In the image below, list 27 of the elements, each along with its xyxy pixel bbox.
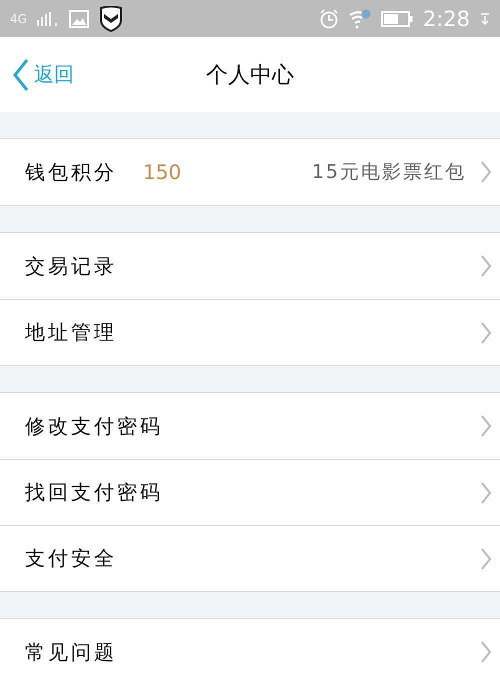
points-value: 150 bbox=[143, 160, 182, 184]
row-label: 修改支付密码 bbox=[25, 412, 163, 440]
row-label: 地址管理 bbox=[25, 319, 117, 346]
chevron-right-icon bbox=[480, 640, 492, 664]
download-icon bbox=[480, 12, 490, 24]
chevron-right-icon bbox=[480, 480, 492, 504]
wifi-icon bbox=[348, 8, 371, 28]
shield-icon bbox=[98, 6, 123, 32]
row-label: 交易记录 bbox=[25, 252, 117, 280]
page-title: 个人中心 bbox=[206, 62, 294, 88]
row-label: 找回支付密码 bbox=[25, 479, 163, 506]
chevron-right-icon bbox=[480, 414, 492, 438]
chevron-left-icon bbox=[12, 58, 30, 92]
row-label: 钱包积分 bbox=[25, 158, 117, 186]
chevron-right-icon bbox=[480, 160, 492, 184]
chevron-right-icon bbox=[480, 254, 492, 278]
network-label: 4G bbox=[10, 12, 27, 26]
row-label: 支付安全 bbox=[25, 545, 117, 572]
image-icon bbox=[68, 10, 89, 28]
battery-icon bbox=[380, 10, 413, 26]
alarm-icon bbox=[318, 8, 339, 28]
clock-time: 2:28 bbox=[422, 6, 470, 30]
signal-icon bbox=[36, 12, 59, 26]
row-detail: 15元电影票红包 bbox=[312, 160, 466, 185]
chevron-right-icon bbox=[480, 320, 492, 344]
row-label: 常见问题 bbox=[25, 638, 117, 666]
chevron-right-icon bbox=[480, 546, 492, 570]
